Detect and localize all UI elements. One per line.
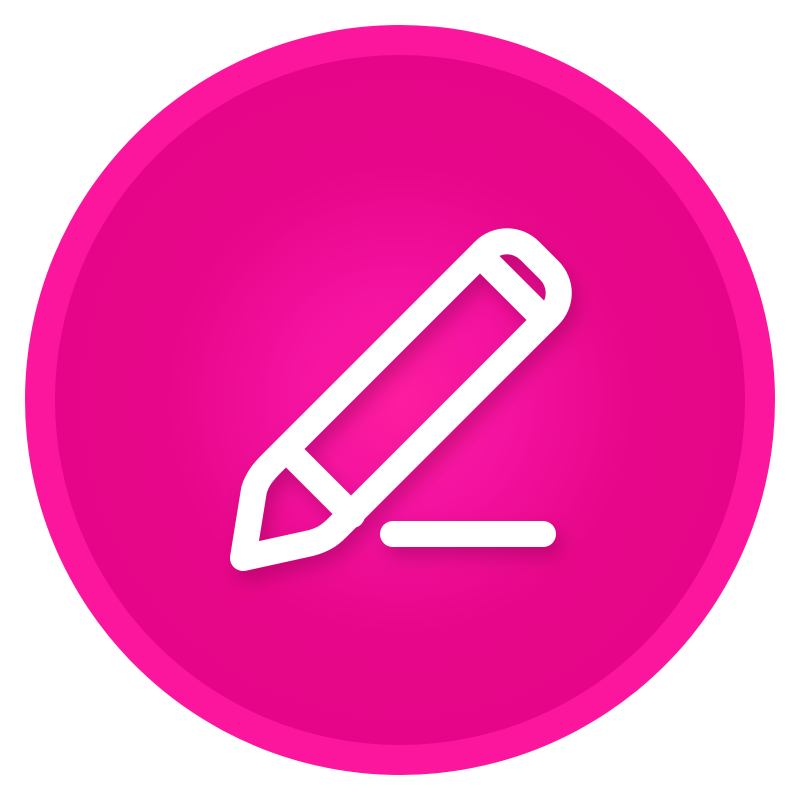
edit-button[interactable] xyxy=(25,25,775,775)
icon-canvas xyxy=(0,0,800,800)
badge-fill xyxy=(55,55,745,745)
